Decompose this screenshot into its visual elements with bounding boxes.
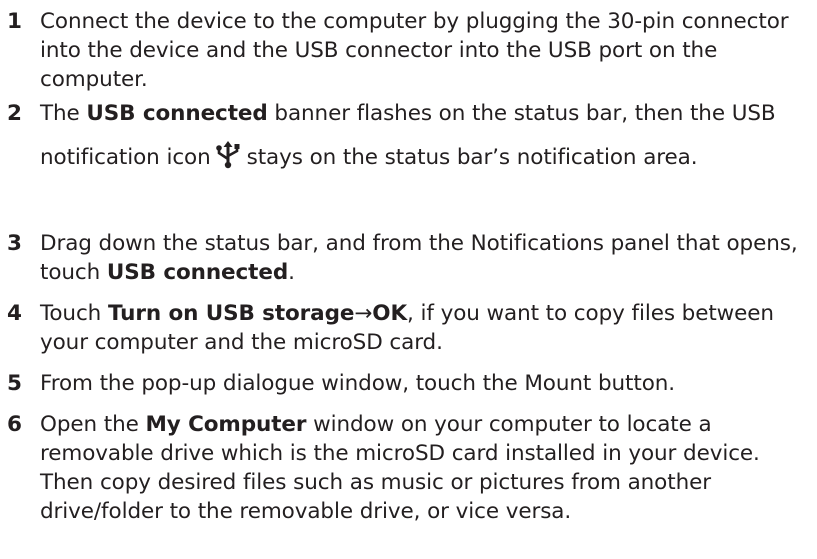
ui-term: Turn on USB storage	[107, 301, 355, 326]
usb-icon	[215, 141, 241, 169]
step-number: 1	[7, 9, 22, 34]
step-text: Connect the device to the computer by pl…	[40, 9, 789, 92]
step-number: 4	[7, 301, 22, 326]
step-number: 5	[7, 371, 22, 396]
step-text: The USB connected banner flashes on the …	[40, 101, 776, 170]
step-6: 6 Open the My Computer window on your co…	[0, 410, 812, 526]
instruction-steps: 1 Connect the device to the computer by …	[0, 0, 817, 559]
step-1: 1 Connect the device to the computer by …	[0, 7, 812, 94]
ui-term: OK	[372, 301, 408, 326]
step-text: Drag down the status bar, and from the N…	[40, 231, 798, 285]
ui-term: My Computer	[145, 412, 307, 437]
step-text: Open the My Computer window on your comp…	[40, 412, 760, 524]
step-number: 3	[7, 231, 22, 256]
arrow-icon: →	[354, 301, 373, 326]
step-4: 4 Touch Turn on USB storage→OK, if you w…	[0, 299, 812, 357]
step-text: Touch Turn on USB storage→OK, if you wan…	[40, 301, 774, 355]
step-number: 6	[7, 412, 22, 437]
step-3: 3 Drag down the status bar, and from the…	[0, 229, 812, 287]
ui-term: USB connected	[106, 260, 289, 285]
ui-term: USB connected	[86, 101, 268, 126]
step-number: 2	[7, 101, 22, 126]
step-text: From the pop-up dialogue window, touch t…	[40, 371, 676, 396]
step-5: 5 From the pop-up dialogue window, touch…	[0, 369, 812, 398]
step-2: 2 The USB connected banner flashes on th…	[0, 92, 812, 180]
